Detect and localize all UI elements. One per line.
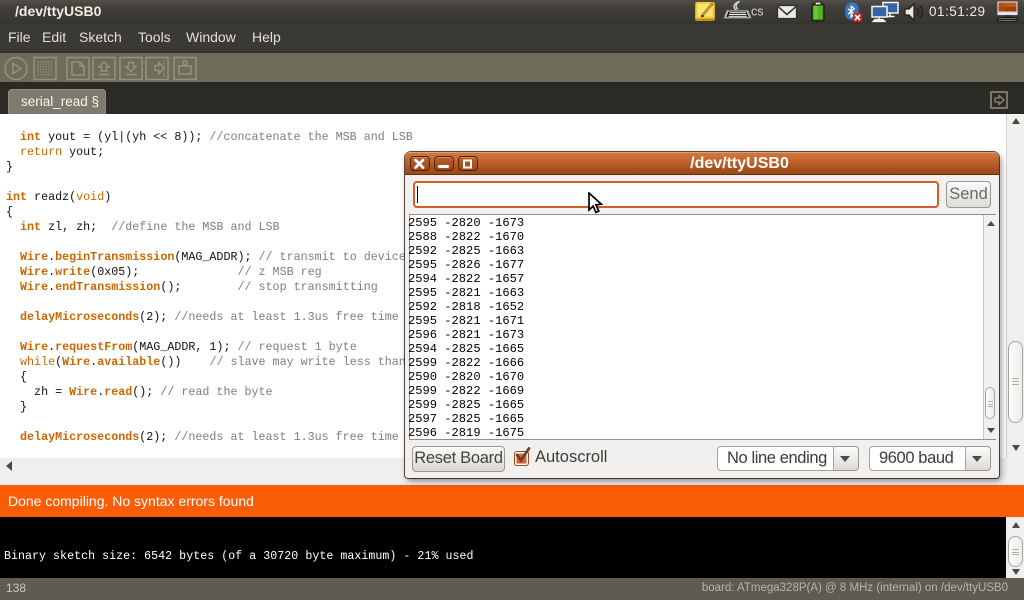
svg-text:cs: cs <box>751 5 764 19</box>
